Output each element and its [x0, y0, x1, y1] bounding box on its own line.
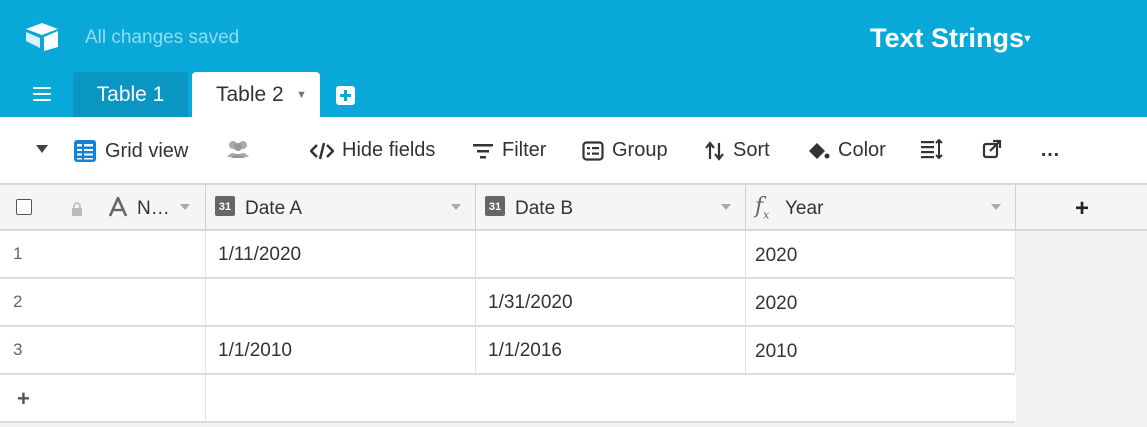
- filter-label: Filter: [502, 139, 547, 161]
- year-cell[interactable]: 2010: [745, 327, 1016, 373]
- primary-cell[interactable]: 2: [0, 279, 206, 325]
- group-label: Group: [612, 139, 668, 161]
- add-row-button[interactable]: +: [0, 375, 206, 421]
- table-row[interactable]: 1 1/11/2020 2020: [0, 231, 1016, 279]
- column-menu-chevron-icon[interactable]: [721, 204, 731, 210]
- formula-icon: fx: [755, 194, 770, 222]
- cell-value: 2020: [755, 293, 798, 314]
- row-number: 2: [13, 292, 23, 311]
- grid-header: N… 31 Date A 31 Date B fx Year +: [0, 185, 1147, 231]
- group-button[interactable]: Group: [582, 139, 668, 162]
- row-number: 3: [13, 340, 23, 359]
- tab-table-2[interactable]: Table 2 ▼: [192, 72, 320, 117]
- view-name-button[interactable]: Grid view: [73, 139, 188, 163]
- filter-button[interactable]: Filter: [472, 139, 546, 162]
- calendar-icon: 31: [485, 196, 505, 216]
- share-icon: [982, 139, 1002, 159]
- tab-table-1[interactable]: Table 1: [73, 72, 188, 117]
- sort-label: Sort: [733, 139, 770, 161]
- tab-label: Table 2: [216, 83, 284, 106]
- date-b-cell[interactable]: 1/31/2020: [475, 279, 746, 325]
- add-row-plus-icon: +: [17, 386, 30, 411]
- collaborators-icon[interactable]: [225, 139, 259, 159]
- row-height-button[interactable]: [920, 139, 952, 159]
- base-menu-caret-icon[interactable]: ▼: [1022, 33, 1033, 45]
- add-row[interactable]: +: [0, 375, 1015, 423]
- year-cell[interactable]: 2020: [745, 279, 1016, 325]
- column-menu-chevron-icon[interactable]: [180, 204, 190, 210]
- calendar-icon: 31: [215, 196, 235, 216]
- color-button[interactable]: Color: [806, 139, 886, 162]
- cell-value: 1/31/2020: [488, 292, 573, 313]
- people-icon: [227, 141, 249, 158]
- table-row[interactable]: 2 1/31/2020 2020: [0, 279, 1016, 327]
- primary-column-header[interactable]: N…: [0, 185, 206, 229]
- cell-value: 1/1/2016: [488, 340, 562, 361]
- row-height-icon: [921, 139, 943, 159]
- date-a-cell[interactable]: 1/11/2020: [205, 231, 476, 277]
- airtable-logo-icon[interactable]: [24, 21, 60, 51]
- year-cell[interactable]: 2020: [745, 231, 1016, 277]
- hide-fields-button[interactable]: Hide fields: [310, 139, 435, 162]
- cell-value: 2020: [755, 245, 798, 266]
- view-switcher-caret-icon[interactable]: [36, 145, 48, 153]
- text-field-icon: [108, 197, 128, 217]
- color-label: Color: [838, 139, 886, 161]
- column-menu-chevron-icon[interactable]: [451, 204, 461, 210]
- select-all-checkbox[interactable]: [16, 199, 32, 215]
- grid-view-icon: [74, 140, 96, 162]
- group-icon: [582, 140, 604, 161]
- date-b-cell[interactable]: 1/1/2016: [475, 327, 746, 373]
- date-a-cell[interactable]: 1/1/2010: [205, 327, 476, 373]
- column-header-date-a[interactable]: 31 Date A: [205, 185, 476, 229]
- lock-icon: [72, 202, 82, 216]
- save-status: All changes saved: [85, 27, 240, 48]
- more-options-button[interactable]: …: [1040, 139, 1060, 162]
- add-table-button[interactable]: [336, 86, 355, 105]
- hamburger-menu-icon[interactable]: [33, 87, 51, 103]
- primary-cell[interactable]: 1: [0, 231, 206, 277]
- date-a-cell[interactable]: [205, 279, 476, 325]
- table-row[interactable]: 3 1/1/2010 1/1/2016 2010: [0, 327, 1016, 375]
- primary-cell[interactable]: 3: [0, 327, 206, 373]
- base-title[interactable]: Text Strings: [870, 23, 1024, 54]
- date-b-cell[interactable]: [475, 231, 746, 277]
- share-view-button[interactable]: [982, 139, 1010, 159]
- cell-value: 1/11/2020: [218, 244, 302, 265]
- sort-icon: [705, 140, 724, 161]
- cell-value: 2010: [755, 341, 798, 362]
- column-name: N…: [137, 198, 170, 219]
- sort-button[interactable]: Sort: [705, 139, 770, 162]
- view-toolbar: Grid view Hide fields Filter Group Sort …: [0, 117, 1147, 185]
- grid-footer: [0, 423, 1147, 427]
- add-column-button[interactable]: +: [1075, 195, 1089, 223]
- paint-bucket-icon: [809, 142, 830, 159]
- view-name: Grid view: [105, 139, 189, 162]
- filter-icon: [473, 143, 493, 158]
- column-menu-chevron-icon[interactable]: [991, 204, 1001, 210]
- column-header-date-b[interactable]: 31 Date B: [475, 185, 746, 229]
- column-name: Date A: [245, 198, 303, 219]
- column-name: Year: [785, 198, 824, 219]
- hide-fields-label: Hide fields: [342, 139, 436, 161]
- column-header-year[interactable]: fx Year: [745, 185, 1016, 229]
- grid-empty-area: [1016, 231, 1147, 427]
- top-bar: All changes saved Text Strings ▼ Table 1…: [0, 0, 1147, 117]
- tab-caret-icon[interactable]: ▼: [296, 72, 307, 118]
- column-name: Date B: [515, 198, 574, 219]
- hide-code-icon: [310, 142, 334, 159]
- row-number: 1: [13, 244, 23, 263]
- cell-value: 1/1/2010: [218, 340, 292, 361]
